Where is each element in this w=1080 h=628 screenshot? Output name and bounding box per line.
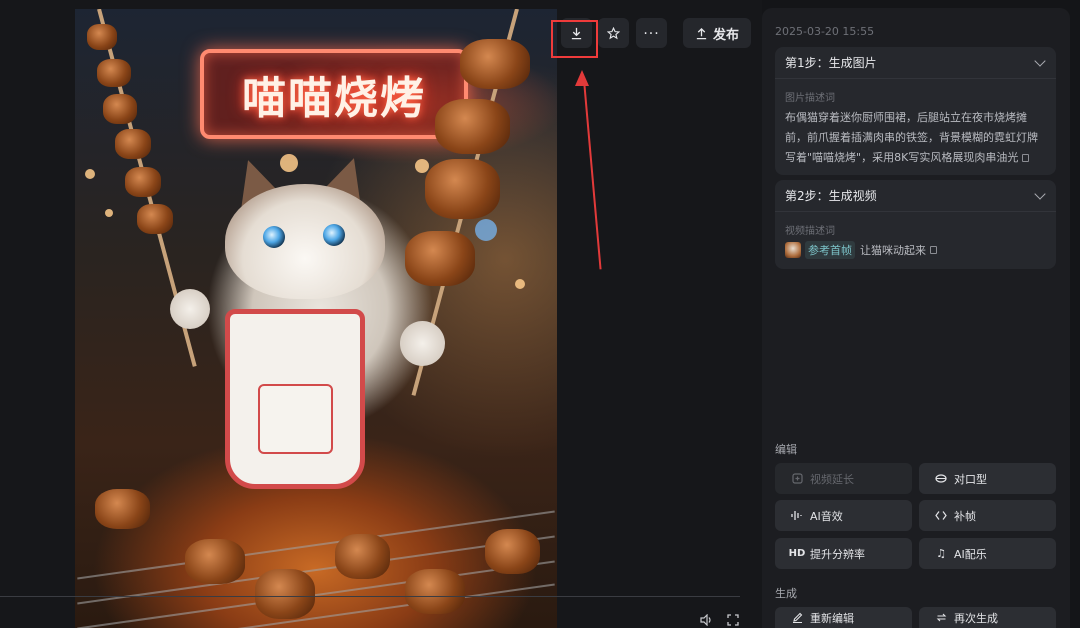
regenerate-icon [932,612,950,623]
generate-section-label: 生成 [775,587,797,600]
frame-interpolation-button[interactable]: 补帧 [919,500,1056,531]
bokeh-light [415,159,429,173]
favorite-button[interactable] [598,18,629,48]
re-edit-label: 重新编辑 [810,611,854,625]
lip-sync-button[interactable]: 对口型 [919,463,1056,494]
upload-icon [696,27,707,39]
meat-piece [425,159,500,219]
ai-music-label: AI配乐 [954,547,987,561]
grill-meat [405,569,465,614]
pencil-icon [788,612,806,623]
download-highlight-box [551,20,598,58]
meat-piece [103,94,137,124]
copy-icon[interactable] [930,246,937,254]
ai-sound-button[interactable]: AI音效 [775,500,912,531]
frame-interpolation-label: 补帧 [954,509,976,523]
cat-paw [400,321,445,366]
media-viewer: 喵喵烧烤 ... 发布 [0,0,762,628]
step1-desc-text: 布偶猫穿着迷你厨师围裙，后腿站立在夜市烧烤摊前，前爪握着插满肉串的铁签，背景模糊… [785,111,1038,164]
chevron-down-icon[interactable] [1034,54,1046,67]
bokeh-light [475,219,497,241]
step2-desc-label: 视频描述词 [785,226,835,237]
regenerate-button[interactable]: 再次生成 [919,607,1056,628]
meat-piece [97,59,131,87]
waveform-icon [788,510,806,521]
cat-paw [170,289,210,329]
bokeh-light [515,279,525,289]
meat-piece [435,99,510,154]
grill-meat [95,489,150,529]
cat-head [225,184,385,299]
video-extend-label: 视频延长 [810,472,854,486]
reference-thumbnail[interactable] [785,242,801,258]
meat-piece [115,129,151,159]
copy-icon[interactable] [1022,154,1030,162]
annotation-arrow [583,79,602,270]
step2-card: 第2步：生成视频 视频描述词 参考首帧 让猫咪动起来 [775,180,1056,269]
upscale-button[interactable]: HD 提升分辨率 [775,538,912,569]
lips-icon [932,474,950,483]
hd-icon: HD [788,548,806,559]
star-icon [607,26,620,39]
upscale-label: 提升分辨率 [810,547,865,561]
grill-meat [185,539,245,584]
neon-sign: 喵喵烧烤 [200,49,468,139]
grill-meat [485,529,540,574]
extend-icon [788,473,806,484]
grill-meat [255,569,315,619]
step1-desc-label: 图片描述词 [785,93,835,104]
reference-frame-chip[interactable]: 参考首帧 [805,241,855,259]
grill-meat [335,534,390,579]
step1-card: 第1步：生成图片 图片描述词 布偶猫穿着迷你厨师围裙，后腿站立在夜市烧烤摊前，前… [775,47,1056,175]
video-extend-button[interactable]: 视频延长 [775,463,912,494]
video-progress-track[interactable] [0,596,740,597]
bokeh-light [105,209,113,217]
publish-button[interactable]: 发布 [683,18,751,48]
music-note-icon: ♫ [936,547,946,560]
bokeh-light [85,169,95,179]
step2-desc-text: 让猫咪动起来 [860,244,926,257]
meat-piece [137,204,173,234]
annotation-arrow-head [575,70,589,86]
publish-label: 发布 [712,27,739,43]
step2-desc: 参考首帧 让猫咪动起来 [785,241,1046,259]
edit-section-label: 编辑 [775,443,797,456]
diamond-icon [932,510,950,521]
cat-eye [263,226,285,248]
bokeh-light [280,154,298,172]
meat-piece [405,231,475,286]
more-icon: ... [643,22,660,38]
more-button[interactable]: ... [636,18,667,48]
volume-icon[interactable] [700,613,714,628]
step2-title: 第2步：生成视频 [785,189,877,203]
apron-pocket [258,384,333,454]
meat-piece [87,24,117,50]
ai-music-button[interactable]: ♫ AI配乐 [919,538,1056,569]
meat-piece [125,167,161,197]
cat-eye [323,224,345,246]
cat-apron [225,309,365,489]
details-panel: 2025-03-20 15:55 第1步：生成图片 图片描述词 布偶猫穿着迷你厨… [762,8,1070,628]
ai-sound-label: AI音效 [810,509,843,523]
step1-header[interactable]: 第1步：生成图片 [775,47,1056,79]
fullscreen-icon[interactable] [727,614,741,628]
timestamp: 2025-03-20 15:55 [775,25,875,38]
generated-image[interactable]: 喵喵烧烤 [75,9,557,628]
regenerate-label: 再次生成 [954,611,998,625]
meat-piece [460,39,530,89]
lip-sync-label: 对口型 [954,472,987,486]
step1-title: 第1步：生成图片 [785,56,877,70]
neon-sign-text: 喵喵烧烤 [242,73,426,124]
re-edit-button[interactable]: 重新编辑 [775,607,912,628]
step2-header[interactable]: 第2步：生成视频 [775,180,1056,212]
chevron-down-icon[interactable] [1034,187,1046,200]
step1-desc: 布偶猫穿着迷你厨师围裙，后腿站立在夜市烧烤摊前，前爪握着插满肉串的铁签，背景模糊… [785,108,1046,168]
grill-bar [77,583,555,628]
